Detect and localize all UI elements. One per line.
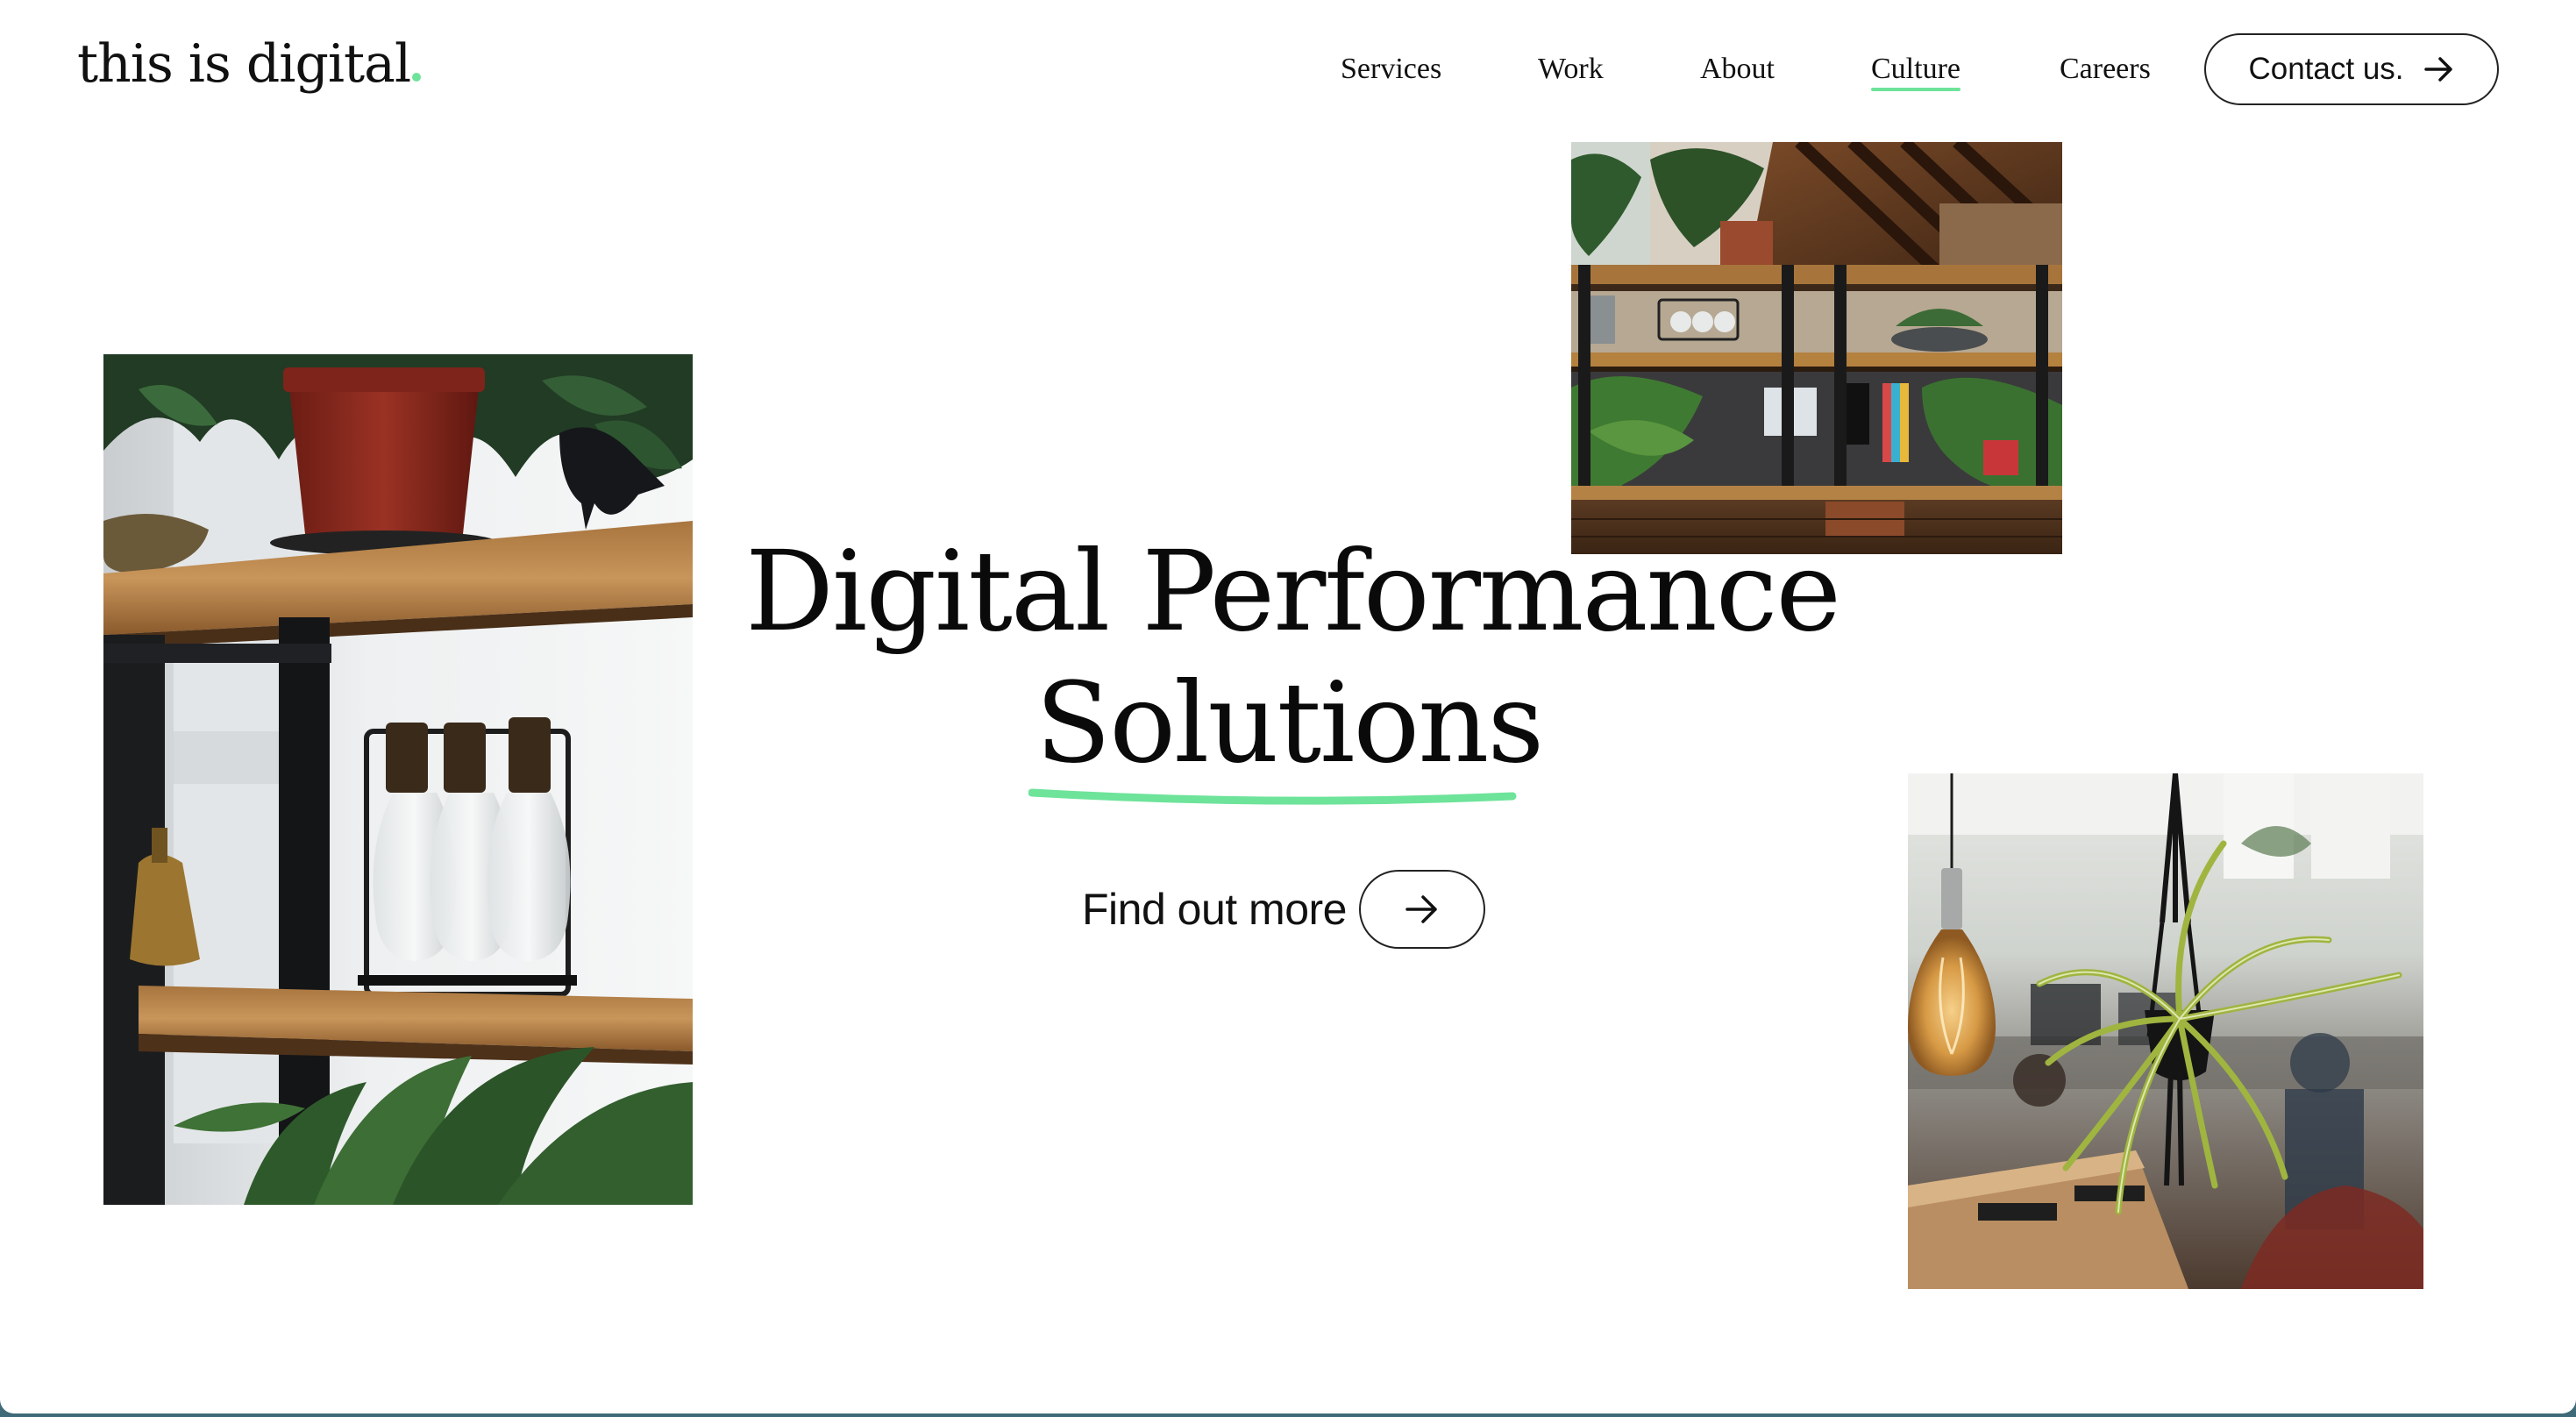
hero-title: Digital Performance Solutions bbox=[745, 526, 1841, 805]
nav-active-underline bbox=[1871, 88, 1960, 91]
contact-button[interactable]: Contact us. bbox=[2204, 33, 2499, 105]
hero-title-line-1: Digital Performance bbox=[745, 527, 1841, 656]
contact-button-label: Contact us. bbox=[2248, 52, 2404, 86]
shelf-plants-photo bbox=[103, 354, 693, 1205]
logo[interactable]: this is digital bbox=[77, 33, 422, 95]
page: this is digital Services Work About Cult… bbox=[0, 0, 2576, 1413]
arrow-right-icon bbox=[2423, 57, 2452, 82]
arrow-right-icon bbox=[1405, 895, 1437, 923]
hero-title-line-2-wrap: Solutions bbox=[1028, 658, 1544, 805]
nav-item-about[interactable]: About bbox=[1700, 51, 1775, 88]
hero-title-line-2: Solutions bbox=[1035, 659, 1544, 787]
nav-item-culture-label: Culture bbox=[1871, 53, 1960, 85]
hanging-plant-photo bbox=[1908, 773, 2423, 1289]
nav-item-culture[interactable]: Culture bbox=[1871, 51, 1960, 91]
hero-underline-accent bbox=[1028, 788, 1517, 805]
nav-item-work[interactable]: Work bbox=[1538, 51, 1604, 88]
find-out-more-arrow-pill[interactable] bbox=[1358, 870, 1485, 949]
nav-item-careers[interactable]: Careers bbox=[2060, 51, 2151, 88]
office-shelving-photo bbox=[1571, 142, 2062, 554]
nav-item-services[interactable]: Services bbox=[1341, 51, 1441, 88]
find-out-more-button[interactable]: Find out more bbox=[1082, 868, 1485, 951]
logo-dot bbox=[412, 73, 422, 82]
logo-text: this is digital bbox=[77, 33, 411, 95]
find-out-more-label: Find out more bbox=[1082, 885, 1347, 934]
